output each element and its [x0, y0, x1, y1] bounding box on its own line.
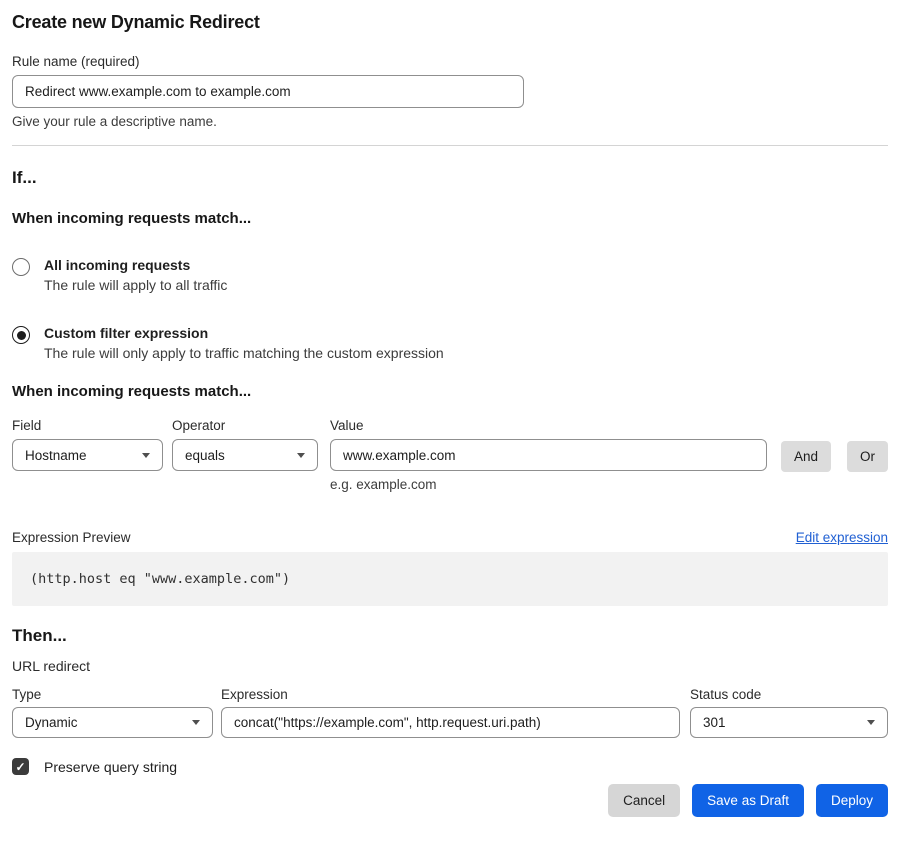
expression-preview-label: Expression Preview	[12, 530, 131, 545]
status-code-select[interactable]: 301	[690, 707, 888, 738]
radio-option-all-requests[interactable]: All incoming requests The rule will appl…	[12, 257, 888, 293]
type-select-value: Dynamic	[25, 715, 78, 730]
field-select[interactable]: Hostname	[12, 439, 163, 471]
page-title: Create new Dynamic Redirect	[12, 12, 888, 33]
radio-icon-selected[interactable]	[12, 326, 30, 344]
radio-label: All incoming requests	[44, 257, 227, 273]
operator-select-value: equals	[185, 448, 225, 463]
status-code-value: 301	[703, 715, 726, 730]
value-input[interactable]	[330, 439, 767, 471]
if-match-heading: When incoming requests match...	[12, 210, 888, 227]
radio-option-custom-filter[interactable]: Custom filter expression The rule will o…	[12, 325, 888, 361]
edit-expression-link[interactable]: Edit expression	[796, 530, 888, 545]
deploy-button[interactable]: Deploy	[816, 784, 888, 817]
rule-name-help: Give your rule a descriptive name.	[12, 114, 888, 129]
then-heading: Then...	[12, 626, 888, 646]
condition-heading: When incoming requests match...	[12, 383, 888, 400]
rule-name-label: Rule name (required)	[12, 54, 888, 69]
caret-down-icon	[867, 720, 875, 725]
radio-icon-unselected[interactable]	[12, 258, 30, 276]
type-select[interactable]: Dynamic	[12, 707, 213, 738]
radio-dot	[17, 331, 26, 340]
rule-name-input[interactable]	[12, 75, 524, 108]
radio-description: The rule will apply to all traffic	[44, 277, 227, 293]
if-heading: If...	[12, 168, 888, 188]
status-code-label: Status code	[690, 687, 888, 702]
type-label: Type	[12, 687, 213, 702]
field-label: Field	[12, 418, 163, 433]
value-label: Value	[330, 418, 767, 433]
operator-label: Operator	[172, 418, 318, 433]
section-divider	[12, 145, 888, 146]
caret-down-icon	[142, 453, 150, 458]
save-as-draft-button[interactable]: Save as Draft	[692, 784, 804, 817]
or-button[interactable]: Or	[847, 441, 888, 472]
expression-preview-row: Expression Preview Edit expression	[12, 530, 888, 545]
expression-input[interactable]	[221, 707, 680, 738]
condition-row: Field Hostname Operator equals Value e.g…	[12, 418, 888, 492]
url-redirect-label: URL redirect	[12, 658, 888, 674]
footer-actions: Cancel Save as Draft Deploy	[12, 784, 888, 817]
expression-code-text: (http.host eq "www.example.com")	[30, 571, 290, 587]
checkbox-checked-icon[interactable]: ✓	[12, 758, 29, 775]
radio-description: The rule will only apply to traffic matc…	[44, 345, 444, 361]
value-help: e.g. example.com	[330, 477, 767, 492]
redirect-config-row: Type Dynamic Expression Status code 301	[12, 687, 888, 738]
and-button[interactable]: And	[781, 441, 831, 472]
preserve-query-row[interactable]: ✓ Preserve query string	[12, 758, 888, 775]
expression-preview-code: (http.host eq "www.example.com")	[12, 552, 888, 606]
radio-label: Custom filter expression	[44, 325, 444, 341]
field-select-value: Hostname	[25, 448, 87, 463]
cancel-button[interactable]: Cancel	[608, 784, 680, 817]
expression-label: Expression	[221, 687, 680, 702]
caret-down-icon	[297, 453, 305, 458]
caret-down-icon	[192, 720, 200, 725]
preserve-query-label: Preserve query string	[44, 759, 177, 775]
operator-select[interactable]: equals	[172, 439, 318, 471]
